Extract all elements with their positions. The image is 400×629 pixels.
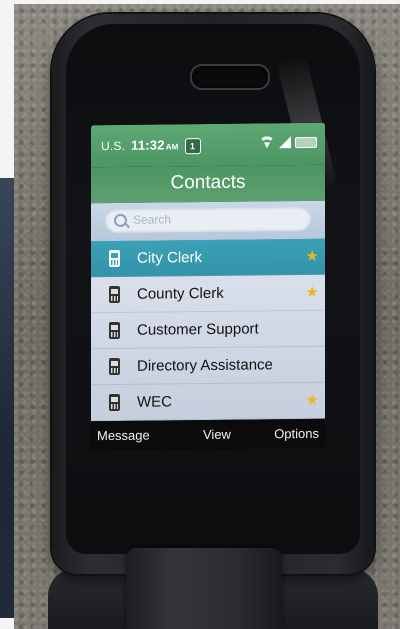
search-bar: Search bbox=[91, 200, 325, 242]
page-title: Contacts bbox=[91, 164, 325, 204]
phone-icon bbox=[109, 357, 120, 376]
earpiece-speaker bbox=[190, 64, 270, 90]
carrier-label: U.S. bbox=[101, 138, 126, 154]
contact-row-directory-assistance[interactable]: Directory Assistance bbox=[91, 346, 325, 386]
contact-row-wec[interactable]: WEC ★ bbox=[91, 382, 325, 422]
phone-icon bbox=[109, 285, 120, 304]
battery-icon bbox=[295, 136, 317, 149]
status-left: U.S. 11:32AM 1 bbox=[101, 137, 201, 155]
background-object bbox=[0, 178, 14, 618]
wifi-icon bbox=[259, 136, 275, 148]
contact-row-county-clerk[interactable]: County Clerk ★ bbox=[91, 274, 325, 314]
clock-time: 11:32 bbox=[131, 137, 165, 153]
clock-ampm: AM bbox=[165, 142, 179, 152]
phone-icon bbox=[109, 393, 120, 412]
search-icon bbox=[114, 213, 127, 227]
contact-name: Directory Assistance bbox=[137, 356, 273, 375]
phone-icon bbox=[109, 321, 120, 340]
search-placeholder: Search bbox=[133, 212, 172, 227]
contact-row-customer-support[interactable]: Customer Support bbox=[91, 310, 325, 350]
star-icon: ★ bbox=[305, 391, 319, 409]
softkey-bar: Message View Options bbox=[91, 418, 325, 451]
contact-row-city-clerk[interactable]: City Clerk ★ bbox=[91, 238, 325, 278]
status-bar: U.S. 11:32AM 1 bbox=[91, 122, 325, 168]
status-icons bbox=[259, 136, 317, 149]
phone-screen: U.S. 11:32AM 1 Contacts Search City Clerk … bbox=[91, 122, 325, 451]
star-icon: ★ bbox=[305, 283, 319, 301]
phone-hinge bbox=[126, 548, 282, 629]
options-softkey[interactable]: Options bbox=[274, 426, 319, 441]
search-input[interactable]: Search bbox=[105, 206, 311, 234]
message-softkey[interactable]: Message bbox=[97, 428, 150, 444]
contact-name: WEC bbox=[137, 393, 172, 411]
phone-icon bbox=[109, 249, 120, 268]
notification-badge: 1 bbox=[184, 137, 201, 154]
contact-name: City Clerk bbox=[137, 249, 203, 267]
contact-name: Customer Support bbox=[137, 320, 259, 339]
contact-name: County Clerk bbox=[137, 284, 224, 303]
star-icon: ★ bbox=[305, 247, 319, 265]
contact-list: City Clerk ★ County Clerk ★ Customer Sup… bbox=[91, 238, 325, 422]
signal-icon bbox=[279, 136, 291, 149]
view-softkey[interactable]: View bbox=[203, 427, 231, 442]
